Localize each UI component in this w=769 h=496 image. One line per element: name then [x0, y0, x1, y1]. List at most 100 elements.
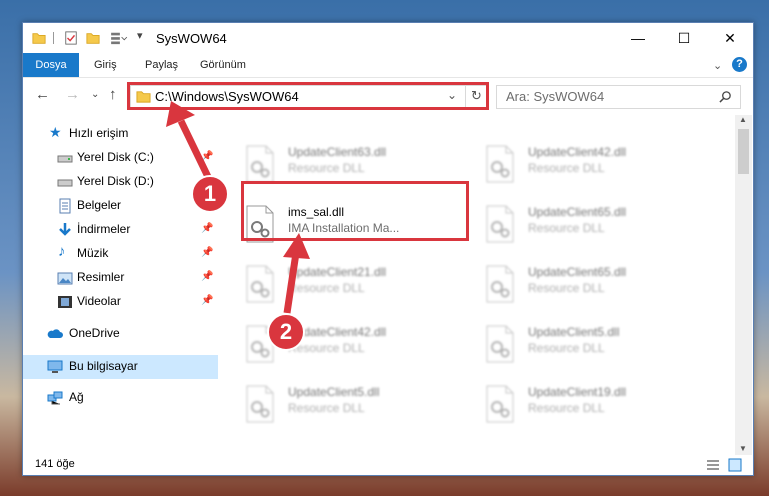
search-placeholder: Ara: SysWOW64	[506, 89, 605, 104]
nav-item-pictures[interactable]: Resimler 📌	[23, 267, 218, 289]
file-item[interactable]: UpdateClient5.dll Resource DLL	[220, 377, 440, 427]
nav-onedrive[interactable]: OneDrive	[23, 323, 218, 345]
pin-icon[interactable]: 📌	[201, 271, 213, 282]
file-name: UpdateClient5.dll	[288, 385, 380, 399]
qat-dropdown-icon[interactable]: ▾	[137, 29, 143, 42]
star-icon: ★	[49, 124, 62, 140]
file-highlight	[241, 181, 469, 241]
file-name: UpdateClient19.dll	[528, 385, 627, 399]
file-description: Resource DLL	[528, 161, 605, 175]
window-title: SysWOW64	[156, 31, 227, 46]
nav-label: Ağ	[69, 390, 84, 404]
tab-share[interactable]: Paylaş	[145, 53, 178, 77]
dll-file-icon	[486, 325, 514, 363]
nav-item-videos[interactable]: Videolar 📌	[23, 291, 218, 313]
large-icons-view-icon[interactable]	[728, 458, 742, 472]
nav-this-pc[interactable]: Bu bilgisayar	[23, 355, 218, 379]
file-name: UpdateClient63.dll	[288, 145, 387, 159]
pin-icon[interactable]: 📌	[201, 247, 213, 258]
nav-item-downloads[interactable]: İndirmeler 📌	[23, 219, 218, 241]
search-icon[interactable]	[719, 90, 732, 103]
nav-label: Yerel Disk (D:)	[77, 174, 154, 188]
address-highlight	[127, 82, 489, 110]
file-item[interactable]: UpdateClient63.dll Resource DLL	[220, 137, 440, 187]
recent-locations-icon[interactable]: ⌄	[91, 89, 99, 100]
back-button[interactable]: ←	[35, 86, 50, 103]
search-box[interactable]: Ara: SysWOW64	[496, 85, 741, 109]
properties-icon[interactable]	[64, 31, 78, 45]
dll-file-icon	[246, 265, 274, 303]
file-item[interactable]: UpdateClient19.dll Resource DLL	[460, 377, 680, 427]
details-view-icon[interactable]	[706, 459, 720, 471]
navigation-pane: ★ Hızlı erişim Yerel Disk (C:) 📌 Yerel D…	[23, 115, 218, 455]
pin-icon[interactable]: 📌	[201, 151, 213, 162]
pin-icon[interactable]: 📌	[201, 223, 213, 234]
minimize-button[interactable]: —	[615, 23, 661, 53]
file-description: Resource DLL	[528, 401, 605, 415]
file-item[interactable]: UpdateClient5.dll Resource DLL	[460, 317, 680, 367]
step-badge-2: 2	[267, 313, 305, 351]
tab-home[interactable]: Giriş	[94, 53, 117, 77]
computer-icon	[47, 360, 63, 373]
pin-icon[interactable]: 📌	[201, 295, 213, 306]
nav-item-drive-c[interactable]: Yerel Disk (C:) 📌	[23, 147, 218, 169]
file-name: UpdateClient21.dll	[288, 265, 387, 279]
file-name: UpdateClient65.dll	[528, 205, 627, 219]
file-description: Resource DLL	[528, 281, 605, 295]
help-icon[interactable]: ?	[732, 57, 747, 72]
explorer-window: ▾ SysWOW64 — ☐ ✕ Dosya Giriş Paylaş Görü…	[22, 22, 754, 476]
dll-file-icon	[486, 385, 514, 423]
nav-item-drive-d[interactable]: Yerel Disk (D:)	[23, 171, 218, 193]
forward-button[interactable]: →	[65, 86, 80, 103]
file-item[interactable]: UpdateClient21.dll Resource DLL	[220, 257, 440, 307]
file-name: UpdateClient65.dll	[528, 265, 627, 279]
step-badge-1: 1	[191, 175, 229, 213]
file-item[interactable]: UpdateClient42.dll Resource DLL	[460, 137, 680, 187]
ribbon: Dosya Giriş Paylaş Görünüm ⌄ ?	[23, 53, 753, 78]
up-button[interactable]: ↑	[109, 86, 117, 103]
scroll-up-icon[interactable]: ▲	[739, 115, 747, 124]
nav-item-documents[interactable]: Belgeler 📌	[23, 195, 218, 217]
file-description: Resource DLL	[288, 161, 365, 175]
file-description: Resource DLL	[528, 341, 605, 355]
title-bar: ▾ SysWOW64 — ☐ ✕	[23, 23, 753, 53]
new-folder-icon[interactable]	[86, 31, 100, 45]
nav-label: OneDrive	[69, 326, 120, 340]
file-description: Resource DLL	[528, 221, 605, 235]
nav-label: Resimler	[77, 270, 125, 284]
maximize-button[interactable]: ☐	[661, 23, 707, 53]
nav-network[interactable]: Ağ	[23, 387, 218, 409]
dll-file-icon	[246, 385, 274, 423]
item-count: 141 öğe	[35, 458, 75, 470]
expand-ribbon-icon[interactable]: ⌄	[713, 59, 722, 72]
scroll-down-icon[interactable]: ▼	[739, 444, 747, 453]
separator	[53, 32, 54, 44]
drive-icon	[57, 179, 73, 187]
nav-label: İndirmeler	[77, 222, 131, 236]
nav-label: Müzik	[77, 246, 109, 260]
nav-quick-access[interactable]: ★ Hızlı erişim	[23, 123, 218, 145]
music-icon: ♪	[58, 243, 66, 260]
nav-item-music[interactable]: ♪ Müzik 📌	[23, 243, 218, 265]
close-button[interactable]: ✕	[707, 23, 753, 53]
network-icon	[47, 391, 63, 405]
tab-file[interactable]: Dosya	[23, 53, 79, 77]
nav-label: Hızlı erişim	[69, 126, 129, 140]
file-item[interactable]: UpdateClient65.dll Resource DLL	[460, 197, 680, 247]
tab-view[interactable]: Görünüm	[200, 53, 246, 77]
file-item[interactable]: UpdateClient42.dll Resource DLL	[220, 317, 440, 367]
pictures-icon	[57, 272, 73, 285]
scroll-thumb[interactable]	[738, 129, 749, 174]
nav-label: Yerel Disk (C:)	[77, 150, 154, 164]
dll-file-icon	[246, 145, 274, 183]
customize-toolbar-icon[interactable]	[109, 31, 129, 45]
file-item[interactable]: UpdateClient65.dll Resource DLL	[460, 257, 680, 307]
drive-icon	[57, 155, 73, 163]
file-name: UpdateClient42.dll	[528, 145, 627, 159]
dll-file-icon	[486, 145, 514, 183]
nav-label: Bu bilgisayar	[69, 359, 138, 373]
download-icon	[59, 223, 71, 236]
vertical-scrollbar[interactable]: ▲ ▼	[735, 115, 752, 455]
navigation-bar: ← → ⌄ ↑ C:\Windows\SysWOW64 ⌄ ↻ Ara: Sys…	[23, 78, 753, 112]
folder-icon	[32, 33, 46, 44]
